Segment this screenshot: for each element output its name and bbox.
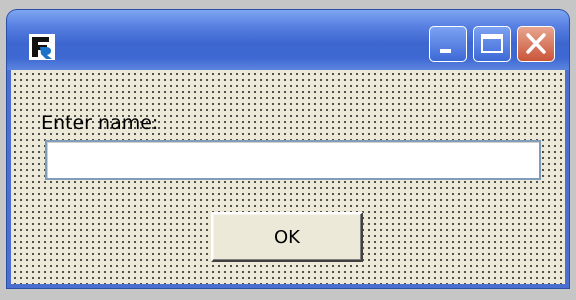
fr-logo-icon — [29, 34, 55, 60]
minimize-icon — [440, 49, 451, 53]
dialog-window: Enter name: OK — [7, 10, 569, 288]
dialog-client-area: Enter name: OK — [11, 70, 565, 284]
maximize-icon — [481, 34, 503, 53]
name-label: Enter name: — [41, 112, 159, 134]
ok-button[interactable]: OK — [211, 212, 363, 262]
title-bar[interactable] — [7, 10, 569, 70]
close-button[interactable] — [517, 26, 555, 62]
name-input[interactable] — [45, 140, 541, 180]
close-icon — [526, 33, 546, 54]
maximize-button[interactable] — [473, 26, 511, 62]
minimize-button[interactable] — [429, 26, 467, 62]
